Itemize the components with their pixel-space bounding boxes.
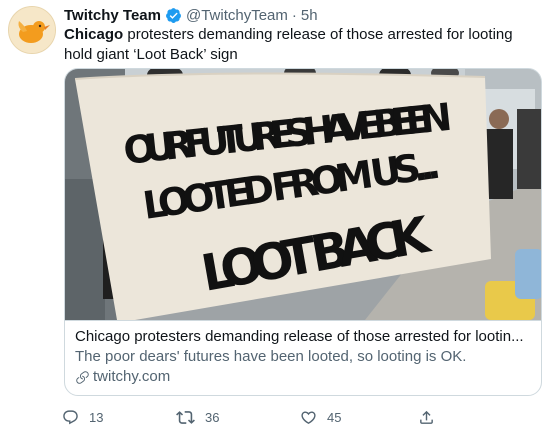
avatar[interactable] xyxy=(8,6,56,54)
reply-count: 13 xyxy=(89,409,104,425)
link-card[interactable]: OUR FUTURES HAVE BEEN LOOTED FROM US... … xyxy=(64,68,542,396)
retweet-count: 36 xyxy=(205,409,220,425)
author-name[interactable]: Twitchy Team xyxy=(64,7,161,24)
tweet-text-body: protesters demanding release of those ar… xyxy=(64,26,513,63)
card-photo[interactable]: OUR FUTURES HAVE BEEN LOOTED FROM US... … xyxy=(65,69,542,320)
card-meta: Chicago protesters demanding release of … xyxy=(65,320,541,395)
tweet-text-keyword: Chicago xyxy=(64,26,124,43)
action-bar: 13 36 45 xyxy=(56,406,456,428)
reply-button[interactable]: 13 xyxy=(62,406,103,428)
card-description: The poor dears' futures have been looted… xyxy=(75,348,467,365)
like-count: 45 xyxy=(327,409,342,425)
reply-icon xyxy=(63,409,78,424)
twitchy-logo-icon xyxy=(9,7,55,53)
timestamp[interactable]: 5h xyxy=(301,7,318,24)
like-button[interactable]: 45 xyxy=(300,406,341,428)
like-icon xyxy=(301,410,316,424)
separator-dot: · xyxy=(291,6,297,24)
retweet-icon xyxy=(176,410,195,424)
tweet-header: Twitchy Team @TwitchyTeam · 5h xyxy=(64,4,544,26)
card-title[interactable]: Chicago protesters demanding release of … xyxy=(75,327,531,347)
share-button[interactable] xyxy=(418,406,435,428)
tweet-text: Chicago protesters demanding release of … xyxy=(64,25,534,65)
link-icon xyxy=(76,370,89,384)
card-domain: twitchy.com xyxy=(75,367,531,387)
share-icon xyxy=(420,410,433,424)
retweet-button[interactable]: 36 xyxy=(176,406,219,428)
verified-badge-icon xyxy=(165,7,182,24)
card-domain-text[interactable]: twitchy.com xyxy=(93,367,170,387)
author-handle[interactable]: @TwitchyTeam xyxy=(186,7,288,24)
